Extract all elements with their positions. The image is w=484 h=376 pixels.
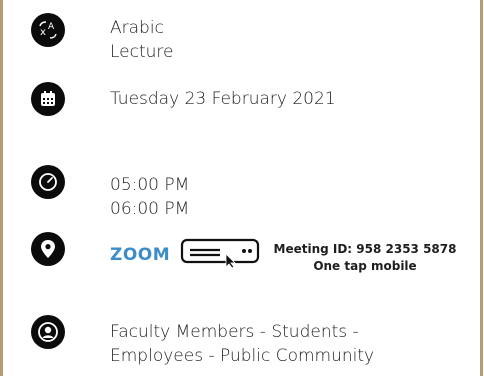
- topic-text: Arabic Lecture: [110, 16, 174, 64]
- one-tap-mobile: One tap mobile: [313, 259, 417, 273]
- audience-text: Faculty Members - Students - Employees -…: [110, 320, 374, 368]
- audience-line-1: Faculty Members - Students -: [110, 322, 359, 342]
- svg-text:x: x: [40, 27, 46, 38]
- audience-line-2: Employees - Public Community: [110, 346, 375, 366]
- frame-right-border: [480, 0, 483, 376]
- meeting-id: Meeting ID: 958 2353 5878: [273, 242, 457, 256]
- zoom-link[interactable]: ZOOM: [110, 245, 170, 265]
- meeting-info: Meeting ID: 958 2353 5878 One tap mobile: [265, 241, 465, 275]
- online-link-icon[interactable]: [180, 236, 260, 269]
- topic-language: Arabic: [110, 18, 164, 38]
- location-pin-icon: [31, 232, 65, 266]
- user-icon: [31, 315, 65, 349]
- translate-icon: x A: [31, 13, 65, 47]
- date-text: Tuesday 23 February 2021: [110, 89, 336, 109]
- calendar-icon: [31, 82, 65, 116]
- svg-text:A: A: [48, 22, 55, 32]
- frame-left-border: [0, 0, 3, 376]
- time-text: 05:00 PM 06:00 PM: [110, 173, 189, 221]
- topic-type: Lecture: [110, 42, 174, 62]
- end-time: 06:00 PM: [110, 199, 190, 219]
- clock-icon: [31, 165, 65, 199]
- start-time: 05:00 PM: [110, 175, 190, 195]
